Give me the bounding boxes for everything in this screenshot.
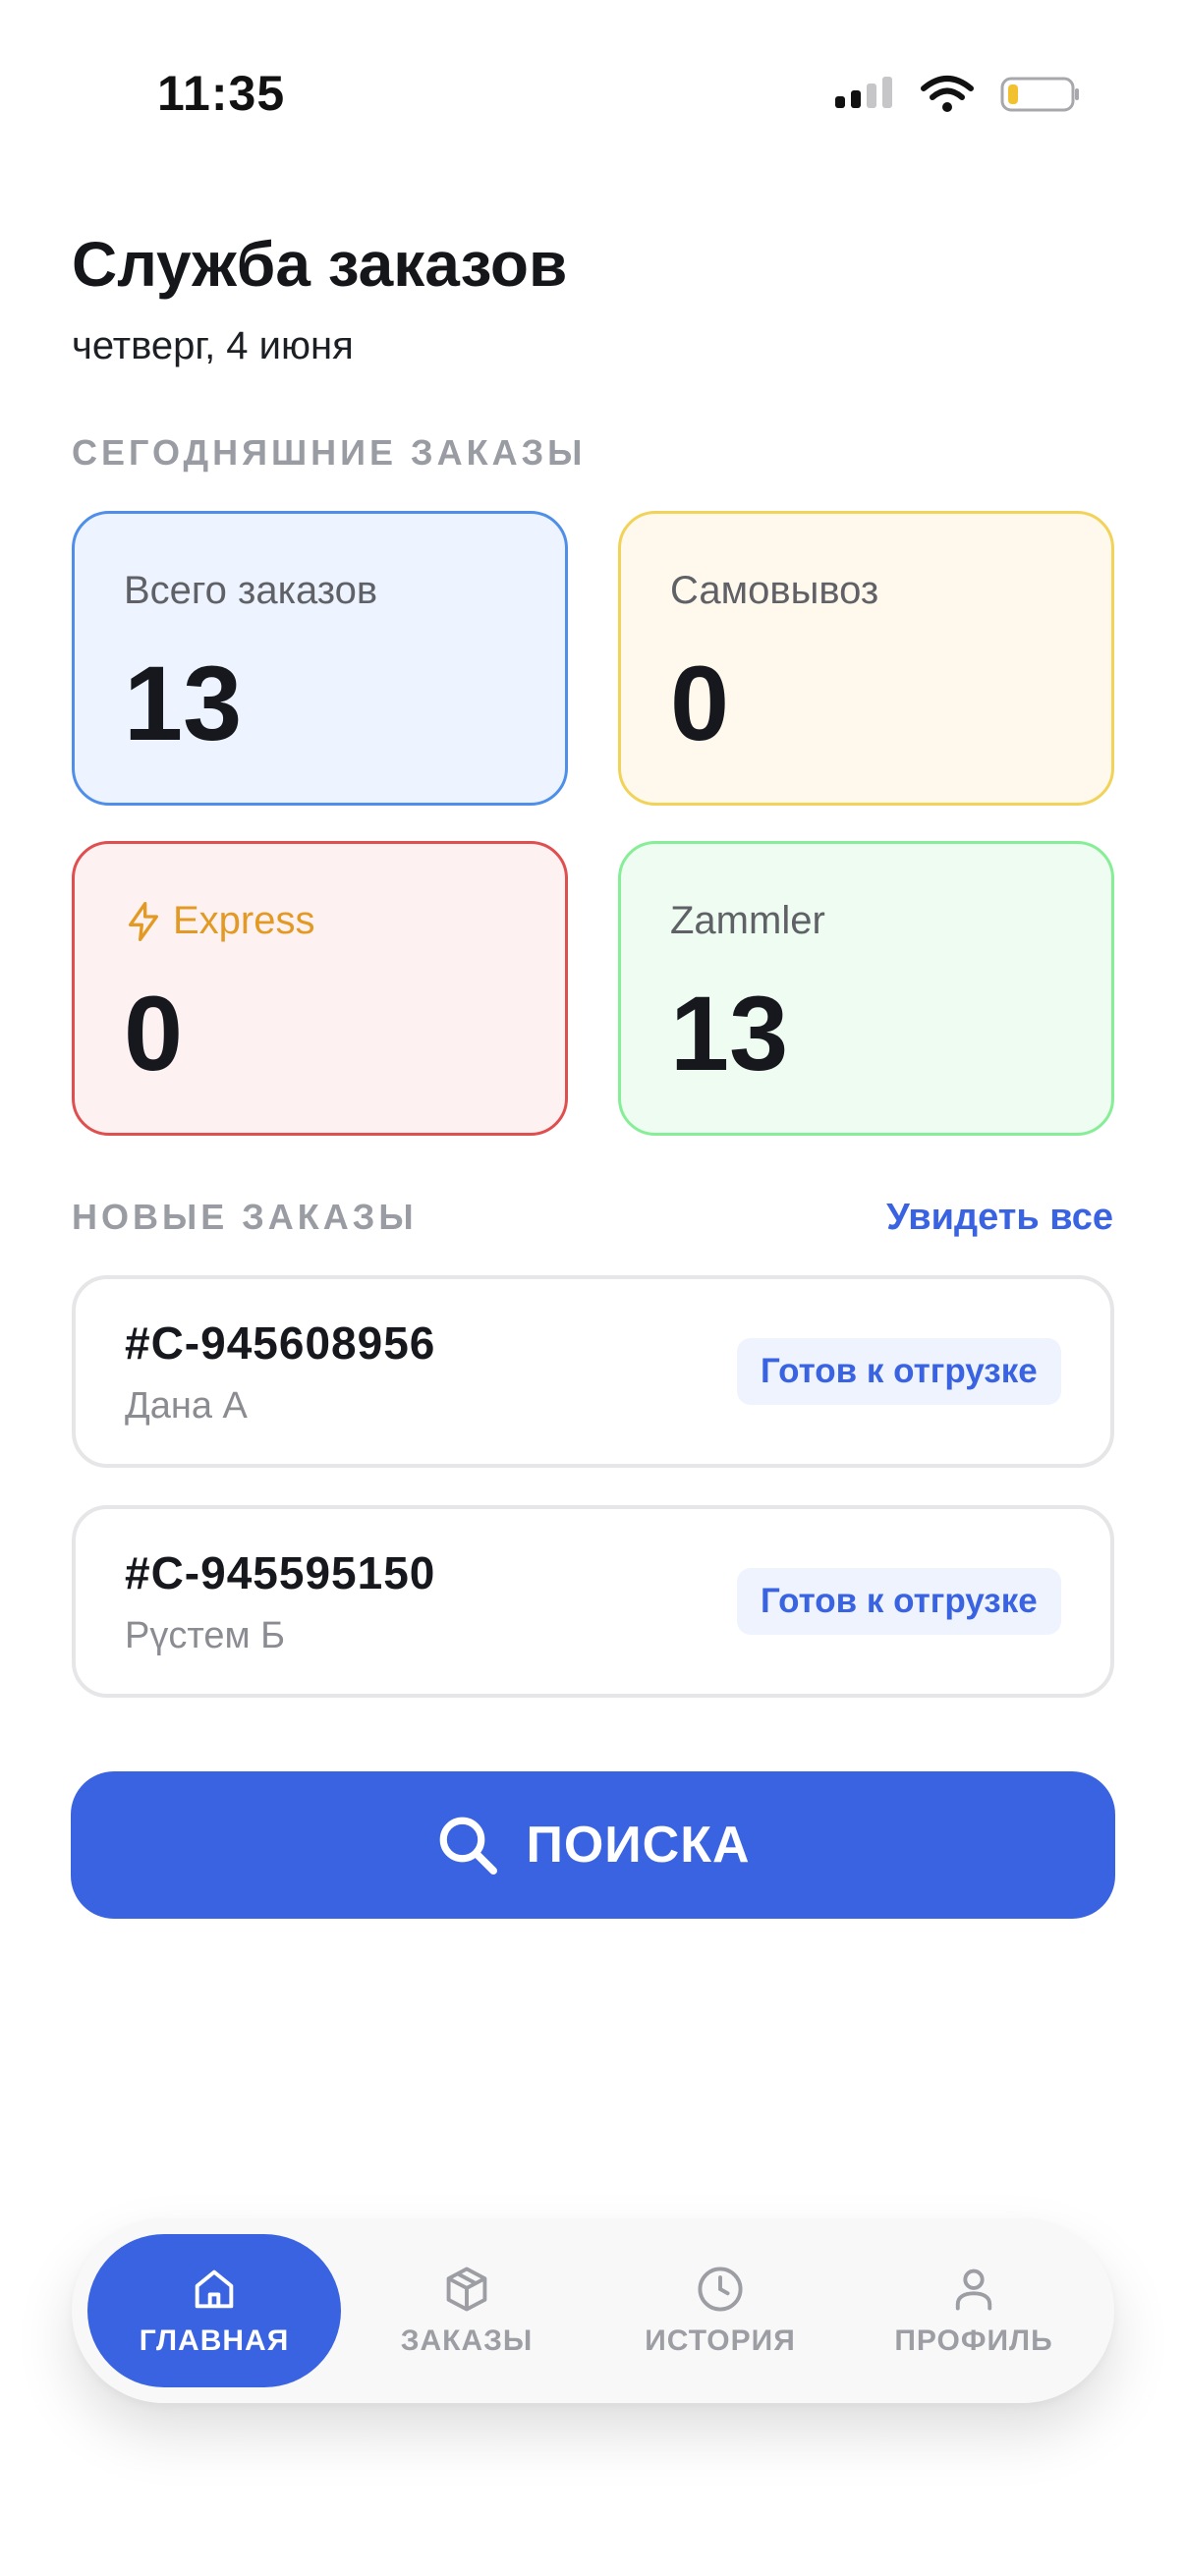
order-id: #C-945608956	[125, 1317, 436, 1369]
search-button[interactable]: ПОИСКА	[71, 1771, 1115, 1919]
nav-item-home[interactable]: ГЛАВНАЯ	[87, 2234, 341, 2387]
pickup-label: Самовывоз	[670, 569, 879, 612]
clock-icon	[698, 2267, 743, 2312]
see-all-link[interactable]: Увидеть все	[886, 1197, 1113, 1239]
order-card[interactable]: #C-945608956 Дана А Готов к отгрузке	[72, 1275, 1114, 1468]
bolt-icon	[129, 901, 158, 941]
nav-item-orders[interactable]: ЗАКАЗЫ	[340, 2234, 593, 2387]
search-icon	[440, 1817, 498, 1875]
status-bar: 11:35	[0, 0, 1185, 196]
order-card[interactable]: #C-945595150 Рүстем Б Готов к отгрузке	[72, 1505, 1114, 1698]
nav-label: ИСТОРИЯ	[645, 2324, 796, 2357]
box-icon	[446, 2267, 487, 2312]
order-customer: Дана А	[125, 1385, 248, 1427]
nav-label: ПРОФИЛЬ	[894, 2324, 1053, 2357]
search-button-label: ПОИСКА	[526, 1817, 751, 1874]
zammler-value: 13	[670, 974, 789, 1092]
pickup-card[interactable]: Самовывоз 0	[618, 511, 1114, 806]
nav-label: ГЛАВНАЯ	[139, 2324, 290, 2357]
page-title: Служба заказов	[72, 229, 568, 300]
express-card[interactable]: Express 0	[72, 841, 568, 1136]
zammler-card[interactable]: Zammler 13	[618, 841, 1114, 1136]
nav-item-profile[interactable]: ПРОФИЛЬ	[847, 2234, 1100, 2387]
total-orders-value: 13	[124, 644, 243, 762]
new-orders-section-label: НОВЫЕ ЗАКАЗЫ	[72, 1197, 418, 1237]
today-section-label: СЕГОДНЯШНИЕ ЗАКАЗЫ	[72, 432, 587, 473]
express-label: Express	[173, 899, 315, 942]
pickup-value: 0	[670, 644, 730, 762]
status-icons	[833, 75, 1081, 114]
user-icon	[955, 2268, 992, 2311]
nav-label: ЗАКАЗЫ	[400, 2324, 534, 2357]
battery-icon	[1000, 77, 1079, 112]
status-badge: Готов к отгрузке	[737, 1338, 1061, 1405]
status-badge: Готов к отгрузке	[737, 1568, 1061, 1635]
express-value: 0	[124, 974, 184, 1092]
order-id: #C-945595150	[125, 1547, 436, 1598]
page-date: четверг, 4 июня	[72, 324, 354, 367]
total-orders-label: Всего заказов	[124, 569, 378, 612]
wifi-icon	[921, 76, 974, 112]
nav-item-history[interactable]: ИСТОРИЯ	[593, 2234, 847, 2387]
express-label-row: Express	[124, 899, 315, 943]
home-icon	[195, 2269, 234, 2309]
status-time: 11:35	[157, 66, 286, 121]
order-customer: Рүстем Б	[125, 1615, 286, 1656]
total-orders-card[interactable]: Всего заказов 13	[72, 511, 568, 806]
zammler-label: Zammler	[670, 899, 825, 942]
bottom-nav: ГЛАВНАЯ ЗАКАЗЫ ИСТОРИЯ ПРОФИЛЬ	[72, 2218, 1114, 2403]
signal-icon	[835, 77, 892, 108]
